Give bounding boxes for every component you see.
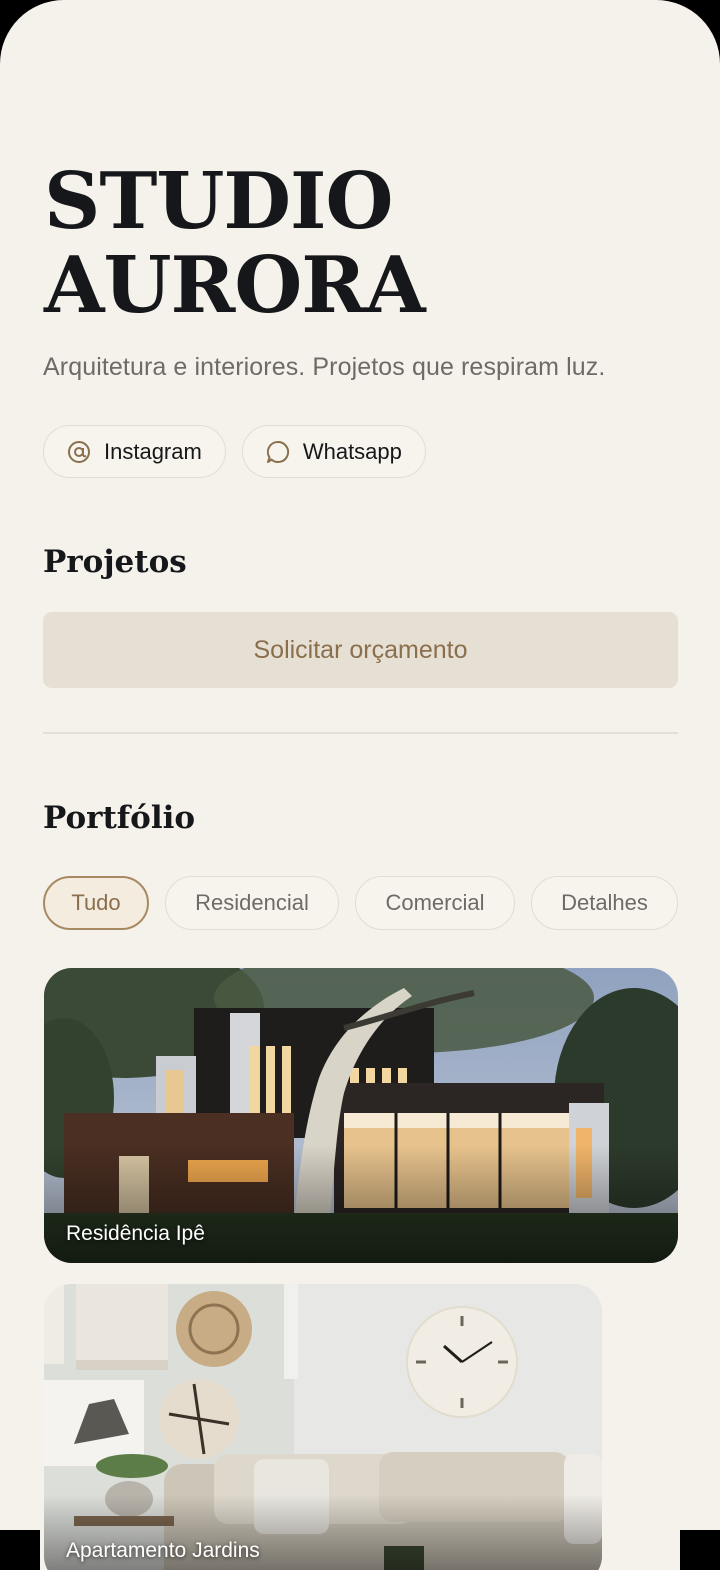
screen-corner (680, 1530, 720, 1570)
app-screen: STUDIO AURORA Arquitetura e interiores. … (0, 0, 720, 1570)
screen-corner (0, 1530, 40, 1570)
filter-tudo[interactable]: Tudo (43, 876, 149, 930)
filter-residencial[interactable]: Residencial (165, 876, 339, 930)
instagram-label: Instagram (104, 438, 202, 464)
brand-line-1: STUDIO (44, 156, 393, 247)
social-links: Instagram Whatsapp (43, 425, 426, 478)
whatsapp-button[interactable]: Whatsapp (241, 425, 426, 478)
chat-bubble-icon (265, 439, 291, 465)
portfolio-filters: Tudo Residencial Comercial Detalhes (43, 876, 683, 930)
house-photo (44, 968, 678, 1263)
filter-detalhes[interactable]: Detalhes (531, 876, 678, 930)
whatsapp-label: Whatsapp (302, 438, 402, 464)
filter-comercial[interactable]: Comercial (355, 876, 515, 930)
card-title: Apartamento Jardins (66, 1539, 260, 1562)
divider (43, 732, 678, 734)
request-quote-button[interactable]: Solicitar orçamento (43, 612, 678, 688)
interior-photo (44, 1284, 602, 1570)
brand-title: STUDIO AURORA (44, 156, 426, 331)
brand-line-2: AURORA (44, 240, 426, 331)
projects-title: Projetos (43, 544, 187, 580)
project-card-apartamento-jardins[interactable]: Apartamento Jardins (44, 1284, 602, 1570)
card-title: Residência Ipê (66, 1222, 205, 1245)
instagram-button[interactable]: Instagram (43, 425, 226, 478)
tagline: Arquitetura e interiores. Projetos que r… (43, 353, 606, 381)
portfolio-title: Portfólio (43, 800, 196, 836)
project-card-residencia-ipe[interactable]: Residência Ipê (44, 968, 678, 1263)
at-icon (66, 439, 92, 465)
